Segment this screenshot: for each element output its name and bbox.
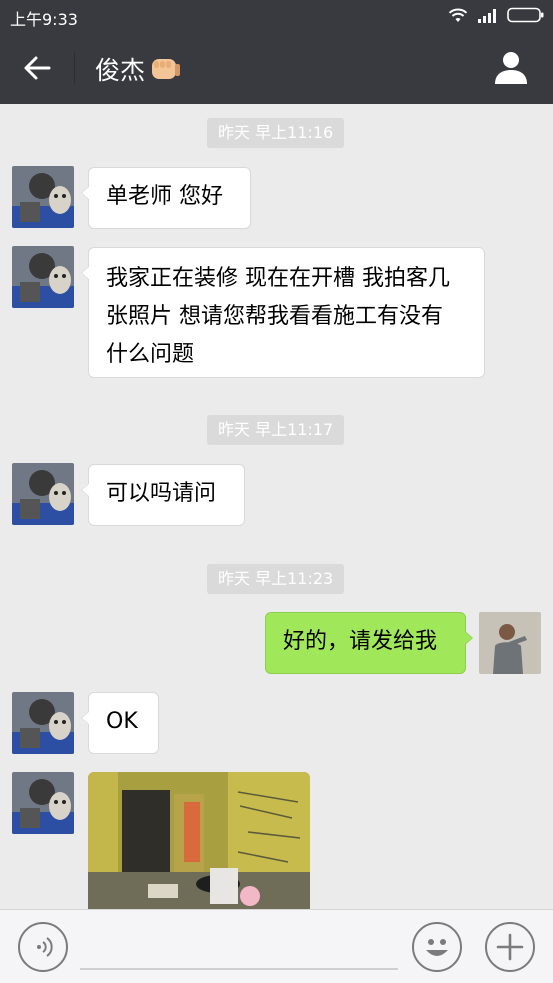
more-button[interactable] — [485, 922, 535, 972]
input-bar — [0, 909, 553, 983]
message-bubble-received[interactable]: 可以吗请问 — [81, 464, 245, 526]
chat-area[interactable]: 昨天 早上11:16 单老师 您好 我家正在装修 现在在开槽 我拍客几 张照片 … — [0, 104, 553, 909]
sender-avatar[interactable] — [12, 166, 74, 228]
message-bubble-received[interactable]: OK — [81, 692, 159, 754]
avatar-image — [12, 463, 74, 525]
message-bubble-received[interactable]: 我家正在装修 现在在开槽 我拍客几 张照片 想请您帮我看看施工有没有 什么问题 — [81, 247, 485, 378]
status-bar: 上午9:33 — [0, 0, 553, 32]
photo-message[interactable] — [88, 772, 310, 909]
profile-button[interactable] — [491, 48, 531, 88]
timestamp: 昨天 早上11:16 — [207, 118, 345, 148]
battery-icon — [507, 7, 544, 23]
voice-icon — [37, 937, 53, 957]
sender-avatar[interactable] — [12, 463, 74, 525]
message-text-line: 我家正在装修 现在在开槽 我拍客几 — [106, 266, 450, 291]
avatar-image — [12, 772, 74, 834]
message-text: OK — [106, 709, 138, 734]
message-text-line: 什么问题 — [106, 342, 195, 367]
person-icon — [495, 52, 527, 84]
message-bubble-received[interactable]: 单老师 您好 — [81, 167, 251, 229]
back-button[interactable] — [14, 46, 60, 90]
message-input[interactable] — [80, 968, 398, 970]
message-text: 单老师 您好 — [106, 184, 223, 209]
chat-title-text: 俊杰 — [95, 56, 146, 85]
sender-avatar[interactable] — [12, 692, 74, 754]
sender-avatar[interactable] — [12, 772, 74, 834]
message-text: 好的，请发给我 — [283, 629, 438, 654]
avatar-image — [12, 246, 74, 308]
voice-button[interactable] — [18, 922, 68, 972]
plus-icon — [496, 933, 524, 961]
message-text-line: 张照片 想请您帮我看看施工有没有 — [106, 304, 443, 329]
status-icons — [447, 7, 545, 23]
wifi-icon — [448, 8, 468, 22]
avatar-image — [479, 612, 541, 674]
timestamp: 昨天 早上11:23 — [207, 564, 345, 594]
back-arrow-icon — [24, 56, 51, 80]
my-avatar[interactable] — [479, 612, 541, 674]
fist-bump-emoji-icon — [152, 59, 181, 79]
title-divider — [74, 52, 75, 84]
status-time: 上午9:33 — [10, 10, 78, 29]
message-bubble-sent[interactable]: 好的，请发给我 — [265, 612, 473, 674]
avatar-image — [12, 166, 74, 228]
avatar-image — [12, 692, 74, 754]
signal-icon — [478, 9, 496, 23]
chat-title: 俊杰 — [95, 51, 181, 87]
timestamp: 昨天 早上11:17 — [207, 415, 345, 445]
message-text: 可以吗请问 — [106, 481, 217, 506]
sender-avatar[interactable] — [12, 246, 74, 308]
construction-photo — [88, 772, 310, 909]
chat-header: 俊杰 — [0, 32, 553, 104]
smiley-icon — [426, 939, 448, 956]
emoji-button[interactable] — [412, 922, 462, 972]
